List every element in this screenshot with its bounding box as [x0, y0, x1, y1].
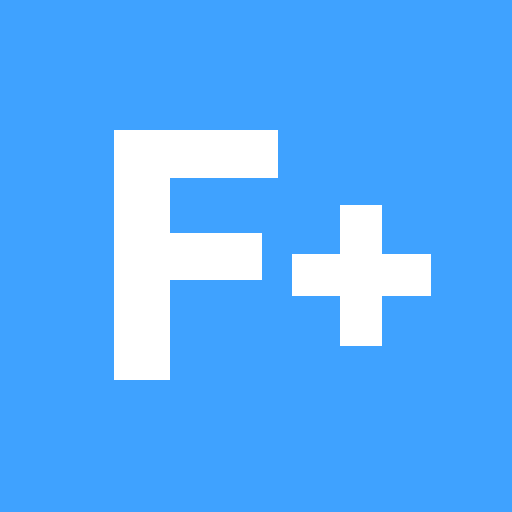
f-plus-logo-icon: F+	[0, 0, 512, 512]
app-icon: F+	[0, 0, 512, 512]
letter-f-middle-arm	[114, 233, 262, 280]
plus-horizontal-bar	[292, 254, 431, 296]
letter-f-top-arm	[114, 130, 278, 178]
